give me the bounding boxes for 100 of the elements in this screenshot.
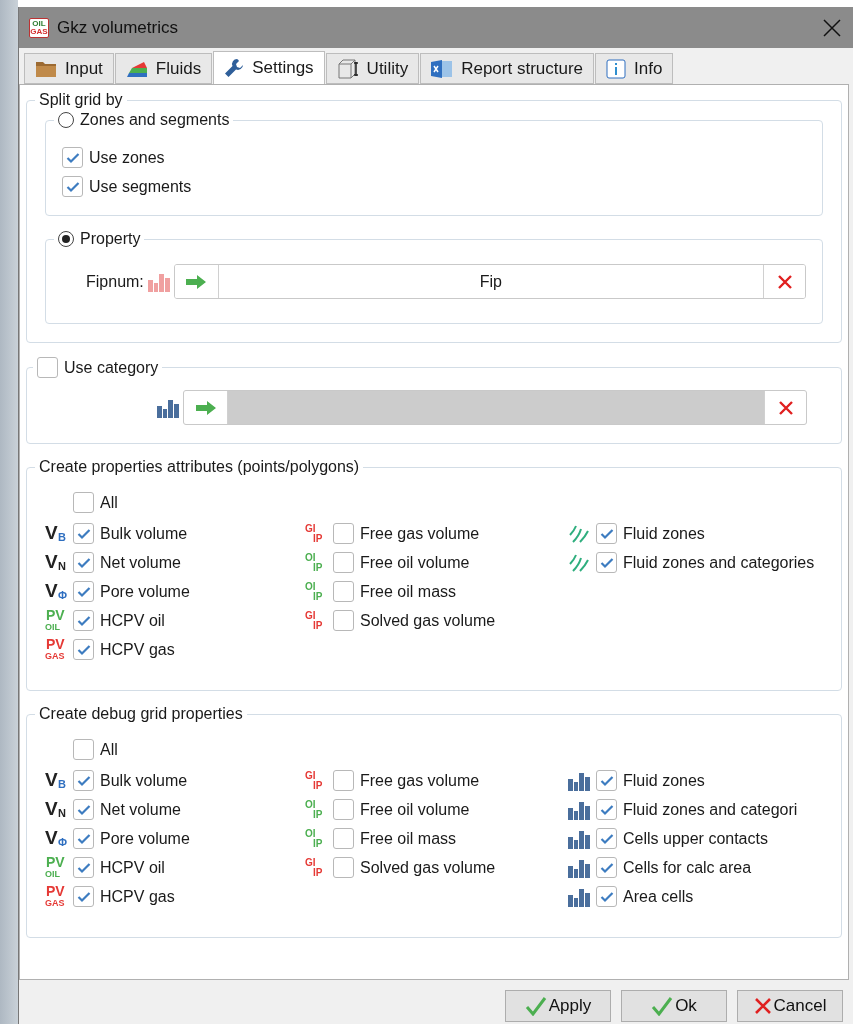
dialog-button[interactable]: Apply: [505, 990, 611, 1022]
check-icon: [76, 774, 91, 787]
clear-button[interactable]: [763, 265, 805, 298]
bar-chart-icon: [568, 799, 590, 820]
checkbox[interactable]: [73, 770, 94, 791]
check-icon: [599, 556, 614, 569]
folder-icon: [35, 59, 57, 78]
tab[interactable]: Settings: [213, 51, 325, 84]
in-place-symbol-icon: GI IP: [305, 856, 327, 879]
check-icon: [76, 556, 91, 569]
volume-symbol-icon: VΦ: [45, 827, 67, 850]
tab[interactable]: Report structure: [420, 53, 595, 84]
checkbox[interactable]: [333, 799, 354, 820]
close-icon: [753, 998, 772, 1014]
checkbox[interactable]: [333, 581, 354, 602]
checkbox-label: HCPV gas: [100, 887, 175, 906]
dialog-button[interactable]: Ok: [621, 990, 727, 1022]
dialog-button[interactable]: Cancel: [737, 990, 843, 1022]
check-icon: [599, 890, 614, 903]
checkbox-label: Use category: [64, 358, 159, 377]
checkbox[interactable]: [73, 523, 94, 544]
checkbox[interactable]: [73, 828, 94, 849]
check-icon: [76, 803, 91, 816]
checkbox-label: All: [100, 493, 118, 512]
radio-button[interactable]: [58, 231, 74, 247]
checkbox[interactable]: [37, 357, 58, 378]
checkbox-label: Fluid zones and categori: [623, 800, 798, 819]
close-icon[interactable]: [823, 18, 841, 37]
checkbox-label: Pore volume: [100, 829, 190, 848]
tab[interactable]: Fluids: [114, 53, 213, 84]
check-icon: [76, 832, 91, 845]
checkbox[interactable]: [73, 639, 94, 660]
tab[interactable]: Utility: [325, 53, 420, 84]
tab[interactable]: Info: [595, 53, 674, 84]
checkbox[interactable]: [73, 886, 94, 907]
check-icon: [651, 996, 674, 1016]
checkbox[interactable]: [596, 857, 617, 878]
close-icon: [776, 274, 793, 289]
checkbox-label: Cells for calc area: [623, 858, 752, 877]
checkbox-label: HCPV oil: [100, 611, 165, 630]
arrow-icon: [194, 399, 217, 416]
property-field[interactable]: Fip: [173, 264, 806, 299]
checkbox[interactable]: [62, 176, 83, 197]
checkbox[interactable]: [73, 581, 94, 602]
radio-label: Property: [80, 230, 141, 248]
check-icon: [65, 180, 80, 193]
pore-volume-symbol-icon: PV OIL: [45, 608, 67, 633]
checkbox[interactable]: [62, 147, 83, 168]
checkbox[interactable]: [73, 739, 94, 760]
checkbox[interactable]: [73, 492, 94, 513]
checkbox-label: Bulk volume: [100, 524, 188, 543]
stripes-icon: [568, 524, 590, 543]
checkbox[interactable]: [333, 770, 354, 791]
check-icon: [599, 803, 614, 816]
checkbox[interactable]: [333, 828, 354, 849]
checkbox-label: Solved gas volume: [360, 858, 496, 877]
pore-volume-symbol-icon: PV OIL: [45, 855, 67, 880]
bar-chart-icon: [568, 886, 590, 907]
checkbox-label: Fluid zones: [623, 524, 705, 543]
radio-button[interactable]: [58, 112, 74, 128]
checkbox[interactable]: [596, 828, 617, 849]
in-place-symbol-icon: OI IP: [305, 798, 327, 821]
checkbox[interactable]: [596, 523, 617, 544]
check-icon: [76, 527, 91, 540]
checkbox[interactable]: [73, 857, 94, 878]
group-title: Create debug grid properties: [39, 705, 243, 723]
checkbox[interactable]: [73, 799, 94, 820]
radio-label: Zones and segments: [80, 111, 230, 129]
checkbox[interactable]: [73, 552, 94, 573]
volume-symbol-icon: VB: [45, 769, 67, 792]
checkbox[interactable]: [596, 886, 617, 907]
checkbox[interactable]: [596, 552, 617, 573]
field-label: Fipnum:: [86, 272, 144, 291]
check-icon: [524, 996, 547, 1016]
in-place-symbol-icon: GI IP: [305, 769, 327, 792]
check-icon: [599, 832, 614, 845]
checkbox-label: Use segments: [89, 177, 192, 196]
checkbox[interactable]: [333, 523, 354, 544]
check-icon: [599, 527, 614, 540]
arrow-button[interactable]: [174, 265, 219, 298]
bar-chart-icon: [568, 770, 590, 791]
check-icon: [65, 151, 80, 164]
checkbox-label: Pore volume: [100, 582, 190, 601]
volume-symbol-icon: VB: [45, 522, 67, 545]
pore-volume-symbol-icon: PV GAS: [45, 884, 67, 909]
checkbox-label: Solved gas volume: [360, 611, 496, 630]
checkbox[interactable]: [333, 857, 354, 878]
check-icon: [76, 861, 91, 874]
in-place-symbol-icon: GI IP: [305, 522, 327, 545]
check-icon: [76, 614, 91, 627]
arrow-icon: [185, 273, 208, 290]
checkbox-label: Free gas volume: [360, 524, 480, 543]
check-icon: [599, 774, 614, 787]
checkbox[interactable]: [596, 770, 617, 791]
checkbox[interactable]: [73, 610, 94, 631]
checkbox[interactable]: [333, 610, 354, 631]
checkbox[interactable]: [596, 799, 617, 820]
layers-icon: [125, 59, 148, 78]
checkbox[interactable]: [333, 552, 354, 573]
tab[interactable]: Input: [24, 53, 114, 84]
